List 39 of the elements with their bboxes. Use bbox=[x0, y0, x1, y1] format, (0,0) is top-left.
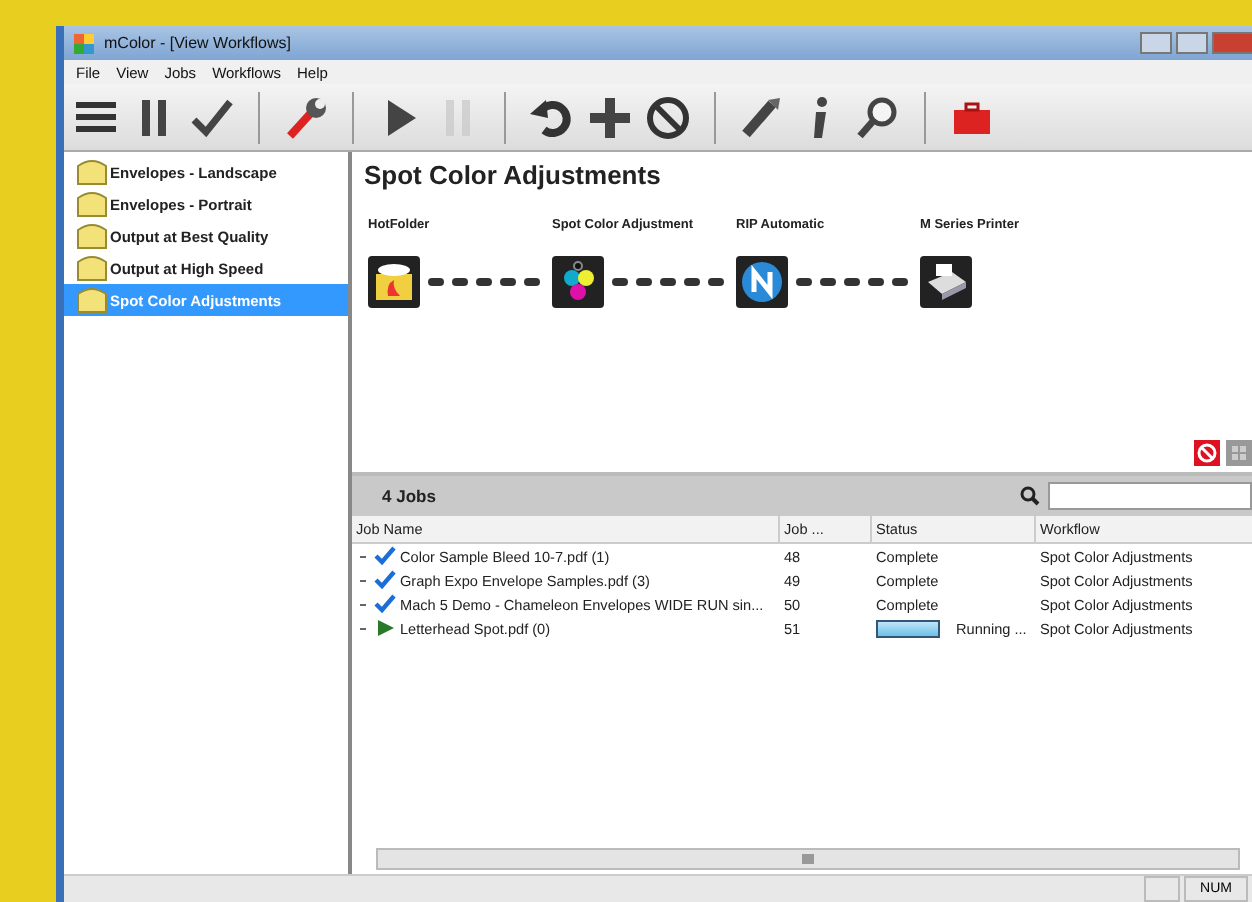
app-logo-icon bbox=[72, 31, 96, 55]
folder-icon bbox=[76, 222, 108, 250]
folder-icon bbox=[76, 158, 108, 186]
wrench-icon bbox=[287, 97, 326, 138]
undo-icon bbox=[530, 99, 571, 136]
color-drops-icon[interactable] bbox=[552, 256, 604, 308]
folder-icon bbox=[76, 286, 108, 314]
horizontal-scrollbar[interactable] bbox=[376, 848, 1240, 870]
folder-flame-icon[interactable] bbox=[368, 256, 420, 308]
play-icon bbox=[374, 618, 396, 638]
plus-icon bbox=[585, 92, 635, 142]
jobs-count: 4 Jobs bbox=[382, 486, 438, 506]
progress-bar bbox=[876, 619, 940, 637]
minimize-button[interactable] bbox=[1140, 32, 1172, 54]
pause-icon bbox=[446, 99, 470, 135]
cancel-icon bbox=[647, 96, 689, 138]
pen-icon bbox=[742, 97, 780, 137]
check-icon bbox=[191, 98, 233, 137]
search-icon bbox=[1020, 486, 1040, 506]
window-title: mColor - [View Workflows] bbox=[104, 34, 291, 52]
toolbox-icon bbox=[954, 101, 990, 133]
printer-icon[interactable] bbox=[920, 256, 972, 308]
pause-icon bbox=[142, 99, 166, 135]
folder-icon bbox=[76, 190, 108, 218]
scrollbar-thumb[interactable] bbox=[802, 854, 814, 864]
check-icon bbox=[374, 594, 396, 614]
check-icon bbox=[374, 546, 396, 566]
play-icon bbox=[388, 99, 416, 135]
prohibited-icon[interactable] bbox=[1194, 440, 1220, 466]
workflow-title: Spot Color Adjustments bbox=[362, 158, 663, 194]
status-pane bbox=[1144, 876, 1180, 902]
search-icon bbox=[857, 96, 897, 138]
search-field[interactable] bbox=[1048, 482, 1252, 510]
maximize-button[interactable] bbox=[1176, 32, 1208, 54]
list-icon bbox=[76, 101, 116, 131]
n-logo-icon[interactable] bbox=[736, 256, 788, 308]
check-icon bbox=[374, 570, 396, 590]
info-icon bbox=[814, 96, 827, 137]
folder-icon bbox=[76, 254, 108, 282]
